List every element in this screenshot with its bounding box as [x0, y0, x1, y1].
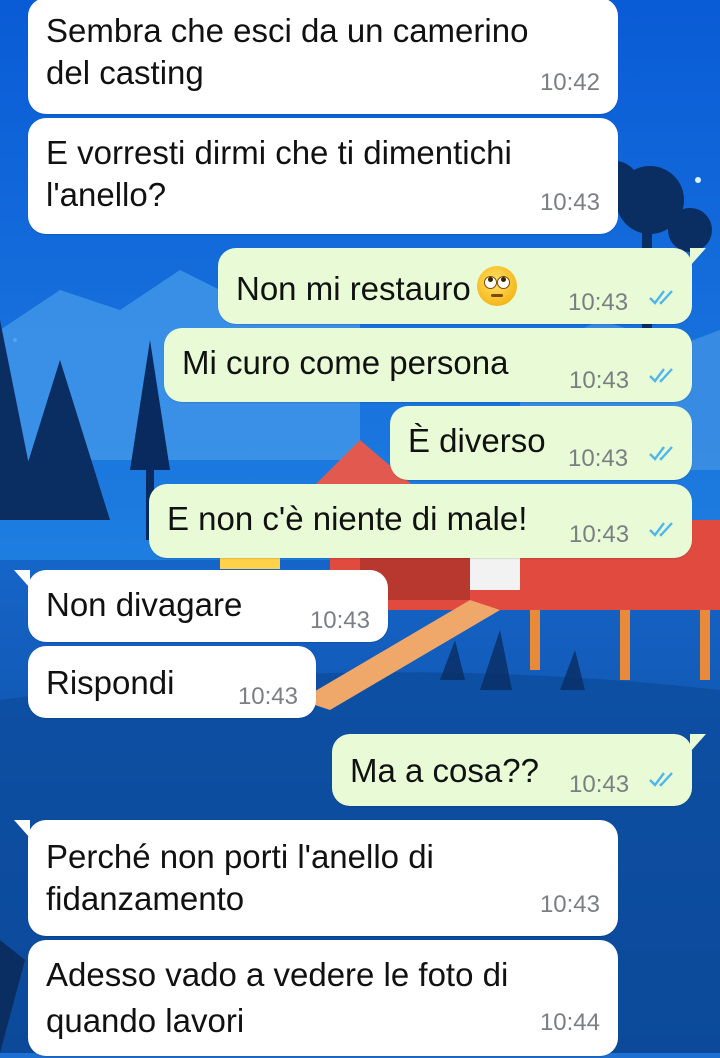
message-timestamp: 10:42 — [539, 69, 600, 96]
read-receipt-icon — [649, 522, 673, 537]
read-receipt-icon — [649, 368, 673, 383]
message-timestamp: 10:43 — [569, 367, 630, 394]
message-text: Non divagare — [46, 586, 243, 623]
message-text: E non c'è niente di male! — [167, 500, 528, 537]
message-outgoing[interactable]: È diverso 10:43 — [390, 406, 692, 480]
message-outgoing[interactable]: Mi curo come persona 10:43 — [164, 328, 692, 402]
message-outgoing[interactable]: Non mi restauro 10:43 — [218, 248, 706, 324]
read-receipt-icon — [649, 772, 673, 787]
conversation: Sembra che esci da un camerino del casti… — [0, 0, 720, 1056]
message-timestamp: 10:43 — [539, 189, 600, 216]
message-timestamp: 10:43 — [568, 445, 629, 472]
rolling-eyes-emoji-icon — [476, 266, 517, 306]
message-text: Ma a cosa?? — [350, 752, 539, 789]
message-timestamp: 10:44 — [539, 1009, 600, 1036]
message-incoming[interactable]: Non divagare 10:43 — [14, 570, 388, 642]
message-timestamp: 10:43 — [569, 521, 630, 548]
message-incoming[interactable]: E vorresti dirmi che ti dimentichi l'ane… — [28, 118, 618, 234]
message-text: Sembra che esci da un camerino — [46, 12, 529, 49]
message-incoming[interactable]: Rispondi 10:43 — [28, 646, 316, 718]
message-text: Mi curo come persona — [182, 344, 509, 381]
read-receipt-icon — [649, 446, 673, 461]
message-timestamp: 10:43 — [568, 289, 629, 316]
read-receipt-icon — [649, 290, 673, 305]
message-text: quando lavori — [46, 1002, 245, 1039]
message-timestamp: 10:43 — [569, 771, 630, 798]
message-incoming[interactable]: Perché non porti l'anello di fidanzament… — [14, 820, 618, 936]
message-timestamp: 10:43 — [309, 607, 370, 634]
message-outgoing[interactable]: E non c'è niente di male! 10:43 — [149, 484, 692, 558]
message-text: fidanzamento — [46, 880, 245, 917]
message-text: È diverso — [408, 422, 546, 459]
message-incoming[interactable]: Adesso vado a vedere le foto di quando l… — [28, 940, 618, 1056]
message-text: Rispondi — [46, 664, 175, 701]
message-timestamp: 10:43 — [237, 683, 298, 710]
message-incoming[interactable]: Sembra che esci da un camerino del casti… — [28, 0, 618, 114]
message-text: Perché non porti l'anello di — [46, 838, 434, 875]
message-text: Adesso vado a vedere le foto di — [46, 956, 509, 993]
message-text: Non mi restauro — [236, 270, 471, 307]
message-text: E vorresti dirmi che ti dimentichi — [46, 134, 512, 171]
message-timestamp: 10:43 — [539, 891, 600, 918]
message-outgoing[interactable]: Ma a cosa?? 10:43 — [332, 734, 706, 806]
message-text: del casting — [46, 54, 204, 91]
message-text: l'anello? — [46, 176, 167, 213]
